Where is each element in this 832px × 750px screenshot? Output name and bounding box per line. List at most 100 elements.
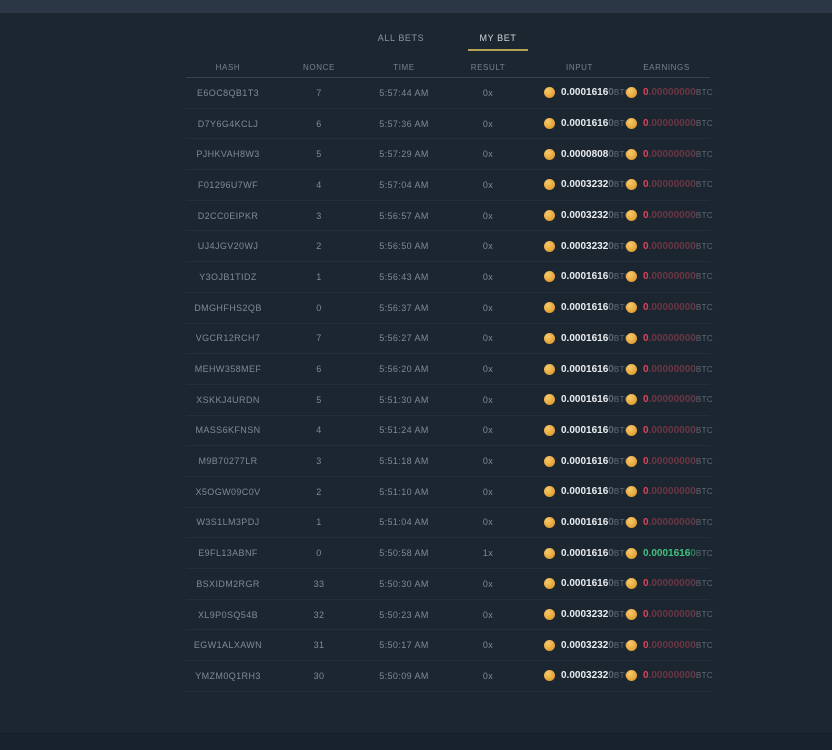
bet-input-amount: 0.00016160 BTC [536, 477, 623, 507]
bet-input-amount: 0.00016160 BTC [536, 508, 623, 538]
bet-nonce: 31 [270, 640, 368, 650]
table-body: E6OC8QB1T3 7 5:57:44 AM 0x 0.00016160 BT… [186, 78, 710, 692]
bet-nonce: 5 [270, 395, 368, 405]
bet-nonce: 5 [270, 149, 368, 159]
bet-time: 5:56:20 AM [368, 364, 440, 374]
bet-time: 5:56:57 AM [368, 211, 440, 221]
coin-icon [544, 425, 555, 436]
bet-hash: YMZM0Q1RH3 [186, 671, 270, 681]
earnings-value: 0.00000000 [643, 118, 696, 129]
coin-icon [626, 517, 637, 528]
table-row: X5OGW09C0V 2 5:51:10 AM 0x 0.00016160 BT… [186, 477, 710, 508]
bet-time: 5:56:43 AM [368, 272, 440, 282]
bet-result: 0x [440, 119, 536, 129]
bet-nonce: 33 [270, 579, 368, 589]
bet-time: 5:56:50 AM [368, 241, 440, 251]
coin-icon [544, 548, 555, 559]
bet-time: 5:50:09 AM [368, 671, 440, 681]
bet-input-amount: 0.00016160 BTC [536, 262, 623, 292]
coin-icon [544, 486, 555, 497]
coin-icon [626, 271, 637, 282]
currency-label: BTC [696, 180, 713, 189]
bet-earnings-amount: 0.00000000 BTC [623, 201, 710, 231]
bet-result: 0x [440, 211, 536, 221]
bet-hash: E9FL13ABNF [186, 548, 270, 558]
bet-time: 5:57:29 AM [368, 149, 440, 159]
earnings-value: 0.00000000 [643, 394, 696, 405]
coin-icon [544, 179, 555, 190]
bet-time: 5:57:44 AM [368, 88, 440, 98]
currency-label: BTC [696, 671, 713, 680]
tab-all-bets[interactable]: ALL BETS [378, 33, 425, 43]
coin-icon [626, 456, 637, 467]
bet-hash: Y3OJB1TIDZ [186, 272, 270, 282]
currency-label: BTC [696, 518, 713, 527]
input-value: 0.00016160 [561, 87, 614, 98]
table-row: Y3OJB1TIDZ 1 5:56:43 AM 0x 0.00016160 BT… [186, 262, 710, 293]
bet-earnings-amount: 0.00000000 BTC [623, 630, 710, 660]
bet-time: 5:50:58 AM [368, 548, 440, 558]
coin-icon [626, 118, 637, 129]
input-value: 0.00008080 [561, 149, 614, 160]
bet-input-amount: 0.00016160 BTC [536, 293, 623, 323]
coin-icon [544, 578, 555, 589]
bet-hash: X5OGW09C0V [186, 487, 270, 497]
bet-nonce: 32 [270, 610, 368, 620]
bet-input-amount: 0.00016160 BTC [536, 109, 623, 139]
bet-nonce: 2 [270, 487, 368, 497]
bet-result: 0x [440, 395, 536, 405]
bet-result: 0x [440, 671, 536, 681]
coin-icon [626, 149, 637, 160]
bet-result: 0x [440, 180, 536, 190]
column-header-earnings: EARNINGS [623, 63, 710, 72]
input-value: 0.00032320 [561, 210, 614, 221]
bet-hash: MASS6KFNSN [186, 425, 270, 435]
bet-nonce: 3 [270, 456, 368, 466]
bet-nonce: 0 [270, 303, 368, 313]
coin-icon [544, 241, 555, 252]
bet-earnings-amount: 0.00000000 BTC [623, 477, 710, 507]
coin-icon [626, 394, 637, 405]
table-row: M9B70277LR 3 5:51:18 AM 0x 0.00016160 BT… [186, 446, 710, 477]
currency-label: BTC [696, 242, 713, 251]
input-value: 0.00032320 [561, 670, 614, 681]
currency-label: BTC [696, 119, 713, 128]
bet-earnings-amount: 0.00000000 BTC [623, 293, 710, 323]
coin-icon [544, 87, 555, 98]
bet-time: 5:50:30 AM [368, 579, 440, 589]
input-value: 0.00032320 [561, 609, 614, 620]
bet-earnings-amount: 0.00000000 BTC [623, 600, 710, 630]
bet-earnings-amount: 0.00000000 BTC [623, 508, 710, 538]
bet-earnings-amount: 0.00000000 BTC [623, 78, 710, 108]
input-value: 0.00016160 [561, 517, 614, 528]
bet-nonce: 4 [270, 180, 368, 190]
bet-result: 0x [440, 272, 536, 282]
coin-icon [626, 640, 637, 651]
bet-time: 5:50:17 AM [368, 640, 440, 650]
bet-earnings-amount: 0.00000000 BTC [623, 262, 710, 292]
bet-hash: PJHKVAH8W3 [186, 149, 270, 159]
input-value: 0.00016160 [561, 364, 614, 375]
currency-label: BTC [696, 579, 713, 588]
earnings-value: 0.00000000 [643, 179, 696, 190]
bet-earnings-amount: 0.00000000 BTC [623, 446, 710, 476]
bet-hash: BSXIDM2RGR [186, 579, 270, 589]
coin-icon [544, 670, 555, 681]
input-value: 0.00016160 [561, 548, 614, 559]
bet-result: 0x [440, 456, 536, 466]
bet-input-amount: 0.00032320 BTC [536, 661, 623, 691]
bet-hash: M9B70277LR [186, 456, 270, 466]
bet-input-amount: 0.00032320 BTC [536, 201, 623, 231]
bet-result: 1x [440, 548, 536, 558]
currency-label: BTC [696, 365, 713, 374]
earnings-value: 0.00000000 [643, 578, 696, 589]
currency-label: BTC [696, 487, 713, 496]
earnings-value: 0.00016160 [643, 548, 696, 559]
currency-label: BTC [696, 426, 713, 435]
bet-hash: XSKKJ4URDN [186, 395, 270, 405]
currency-label: BTC [696, 211, 713, 220]
tab-my-bet[interactable]: MY BET [480, 33, 517, 43]
table-row: YMZM0Q1RH3 30 5:50:09 AM 0x 0.00032320 B… [186, 661, 710, 692]
bet-input-amount: 0.00032320 BTC [536, 170, 623, 200]
table-row: D7Y6G4KCLJ 6 5:57:36 AM 0x 0.00016160 BT… [186, 109, 710, 140]
